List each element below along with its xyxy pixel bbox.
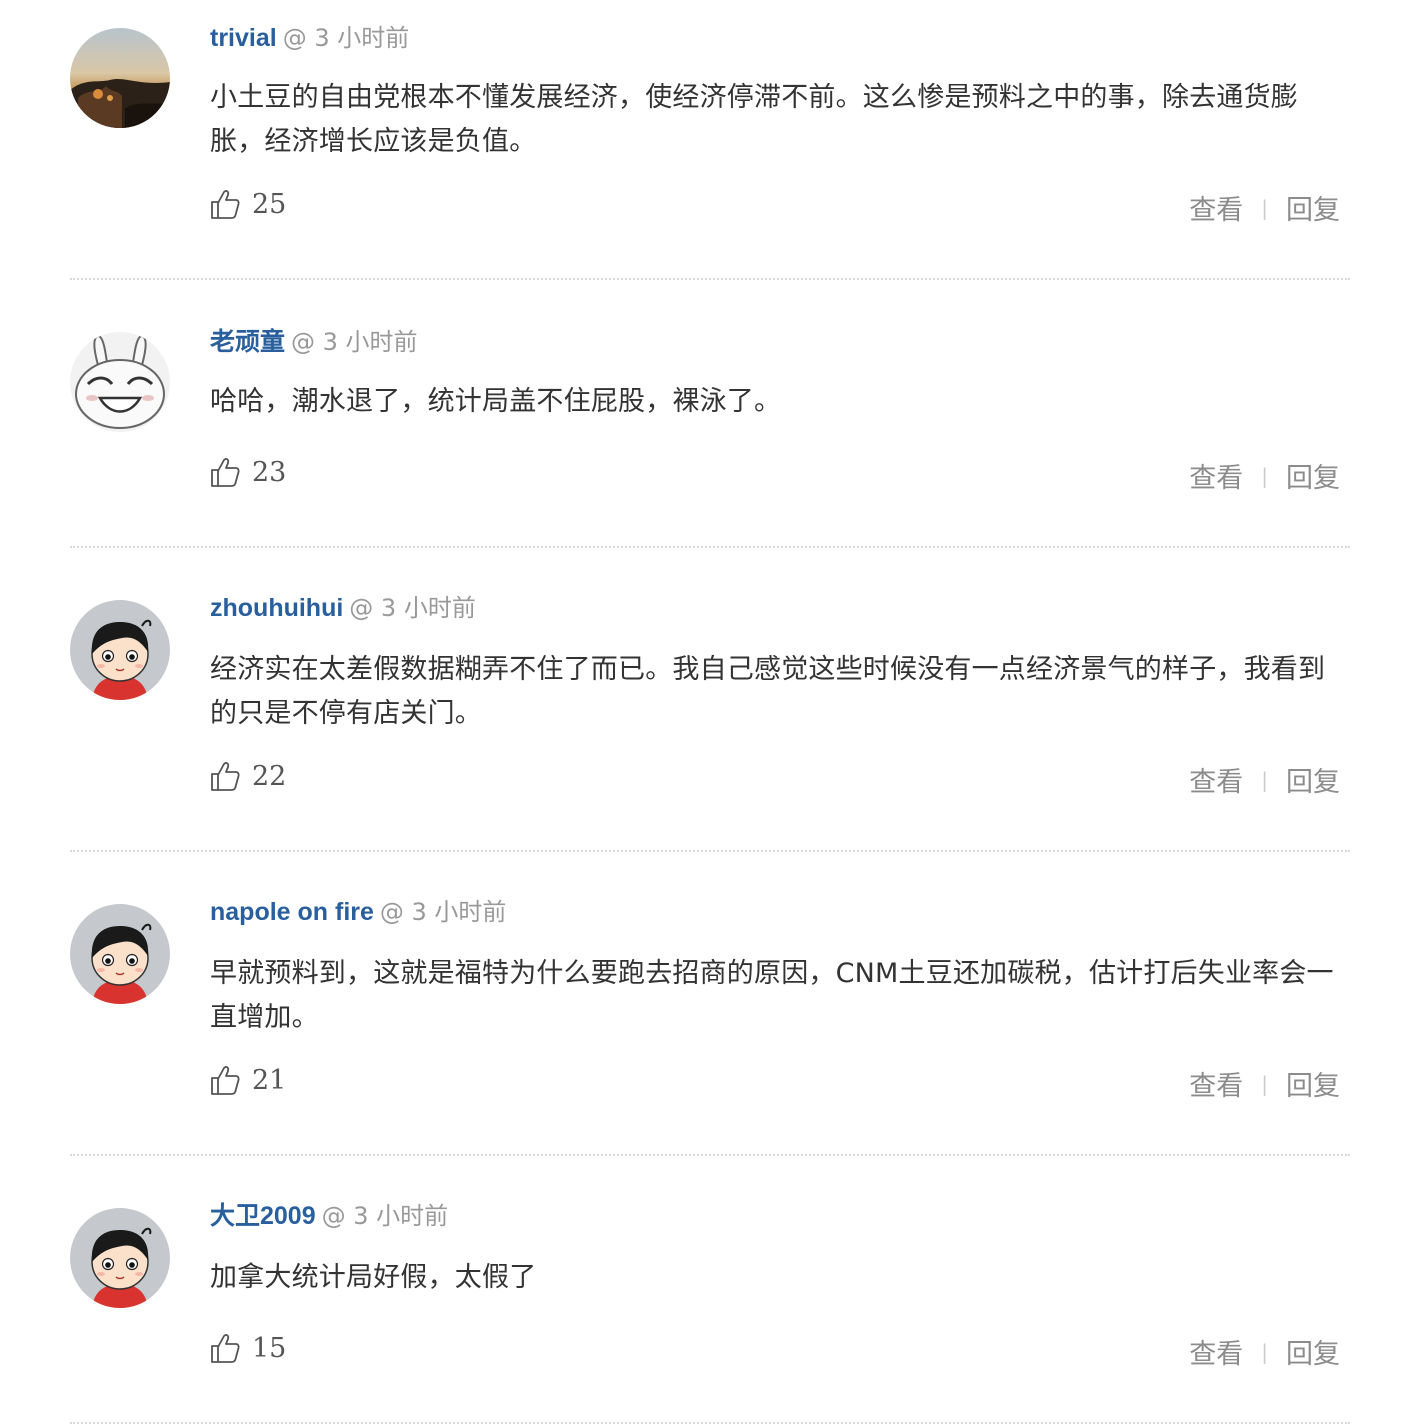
timestamp: @ 3 小时前 — [349, 594, 476, 622]
avatar[interactable] — [70, 600, 170, 700]
comment-item: zhouhuihui @ 3 小时前 经济实在太差假数据糊弄不住了而已。我自己感觉… — [70, 572, 1350, 852]
like-count: 22 — [252, 760, 287, 792]
landscape-photo-avatar — [70, 28, 170, 128]
timestamp: @ 3 小时前 — [291, 328, 418, 356]
comment-text: 小土豆的自由党根本不懂发展经济，使经济停滞不前。这么惨是预料之中的事，除去通货膨… — [210, 82, 1298, 157]
comment-actions: 21 查看 | 回复 — [210, 1064, 1350, 1104]
reply-link[interactable]: 回复 — [1286, 1064, 1340, 1103]
like-count: 15 — [252, 1332, 287, 1364]
like-count: 25 — [252, 188, 287, 220]
reply-link[interactable]: 回复 — [1286, 188, 1340, 227]
comment-actions: 15 查看 | 回复 — [210, 1332, 1350, 1372]
like-count: 21 — [252, 1064, 287, 1096]
grinning-bunny-avatar — [70, 332, 170, 432]
thumbs-up-icon — [211, 190, 240, 219]
link-separator: | — [1261, 1339, 1268, 1364]
default-cartoon-boy-avatar — [70, 904, 170, 1004]
thumbs-up-icon — [211, 458, 240, 487]
reply-link[interactable]: 回复 — [1286, 760, 1340, 799]
comment-links: 查看 | 回复 — [1189, 188, 1340, 227]
like-button[interactable]: 15 — [210, 1332, 286, 1364]
view-link[interactable]: 查看 — [1189, 1064, 1243, 1103]
like-button[interactable]: 25 — [210, 188, 286, 220]
timestamp: @ 3 小时前 — [379, 898, 507, 926]
view-link[interactable]: 查看 — [1189, 188, 1243, 227]
username-link[interactable]: 大卫2009 — [210, 1202, 316, 1230]
username-link[interactable]: napole on fire — [210, 898, 374, 926]
comment-text: 经济实在太差假数据糊弄不住了而已。我自己感觉这些时候没有一点经济景气的样子，我看… — [210, 654, 1326, 729]
comment-links: 查看 | 回复 — [1189, 760, 1340, 799]
avatar[interactable] — [70, 1208, 170, 1308]
default-cartoon-boy-avatar — [70, 1208, 170, 1308]
timestamp: @ 3 小时前 — [321, 1202, 449, 1230]
comment-meta: trivial @ 3 小时前 — [210, 22, 409, 54]
comment-actions: 22 查看 | 回复 — [210, 760, 1350, 800]
username-link[interactable]: zhouhuihui — [210, 594, 343, 622]
default-cartoon-boy-avatar — [70, 600, 170, 700]
like-button[interactable]: 21 — [210, 1064, 286, 1096]
thumbs-up-icon — [211, 762, 240, 791]
comment-meta: 大卫2009 @ 3 小时前 — [210, 1200, 448, 1232]
comment-item: 大卫2009 @ 3 小时前 加拿大统计局好假，太假了 15 查看 | 回复 — [70, 1180, 1350, 1424]
comment-links: 查看 | 回复 — [1189, 456, 1340, 495]
like-button[interactable]: 23 — [210, 456, 286, 488]
comment-item: napole on fire @ 3 小时前 早就预料到，这就是福特为什么要跑去招… — [70, 876, 1350, 1156]
link-separator: | — [1261, 463, 1268, 488]
avatar[interactable] — [70, 904, 170, 1004]
comment-text: 哈哈，潮水退了，统计局盖不住屁股，裸泳了。 — [210, 386, 782, 417]
like-count: 23 — [252, 456, 287, 488]
link-separator: | — [1261, 1071, 1268, 1096]
comment-meta: 老顽童 @ 3 小时前 — [210, 326, 418, 358]
avatar[interactable] — [70, 332, 170, 432]
comment-meta: zhouhuihui @ 3 小时前 — [210, 592, 476, 624]
link-separator: | — [1261, 195, 1268, 220]
avatar[interactable] — [70, 28, 170, 128]
thumbs-up-icon — [211, 1066, 240, 1095]
username-link[interactable]: trivial — [210, 24, 277, 52]
comment-item: trivial @ 3 小时前 小土豆的自由党根本不懂发展经济，使经济停滞不前。这… — [70, 0, 1350, 280]
comment-links: 查看 | 回复 — [1189, 1064, 1340, 1103]
reply-link[interactable]: 回复 — [1286, 456, 1340, 495]
view-link[interactable]: 查看 — [1189, 760, 1243, 799]
comment-meta: napole on fire @ 3 小时前 — [210, 896, 506, 928]
comment-list: trivial @ 3 小时前 小土豆的自由党根本不懂发展经济，使经济停滞不前。这… — [0, 0, 1426, 1428]
comment-links: 查看 | 回复 — [1189, 1332, 1340, 1371]
link-separator: | — [1261, 767, 1268, 792]
like-button[interactable]: 22 — [210, 760, 286, 792]
username-link[interactable]: 老顽童 — [210, 328, 285, 356]
comment-text: 早就预料到，这就是福特为什么要跑去招商的原因，CNM土豆还加碳税，估计打后失业率… — [210, 958, 1334, 1033]
comment-item: 老顽童 @ 3 小时前 哈哈，潮水退了，统计局盖不住屁股，裸泳了。 23 查看 |… — [70, 304, 1350, 548]
comment-text: 加拿大统计局好假，太假了 — [210, 1262, 537, 1293]
reply-link[interactable]: 回复 — [1286, 1332, 1340, 1371]
comment-actions: 25 查看 | 回复 — [210, 188, 1350, 228]
view-link[interactable]: 查看 — [1189, 456, 1243, 495]
thumbs-up-icon — [211, 1334, 240, 1363]
view-link[interactable]: 查看 — [1189, 1332, 1243, 1371]
comment-actions: 23 查看 | 回复 — [210, 456, 1350, 496]
timestamp: @ 3 小时前 — [282, 24, 410, 52]
